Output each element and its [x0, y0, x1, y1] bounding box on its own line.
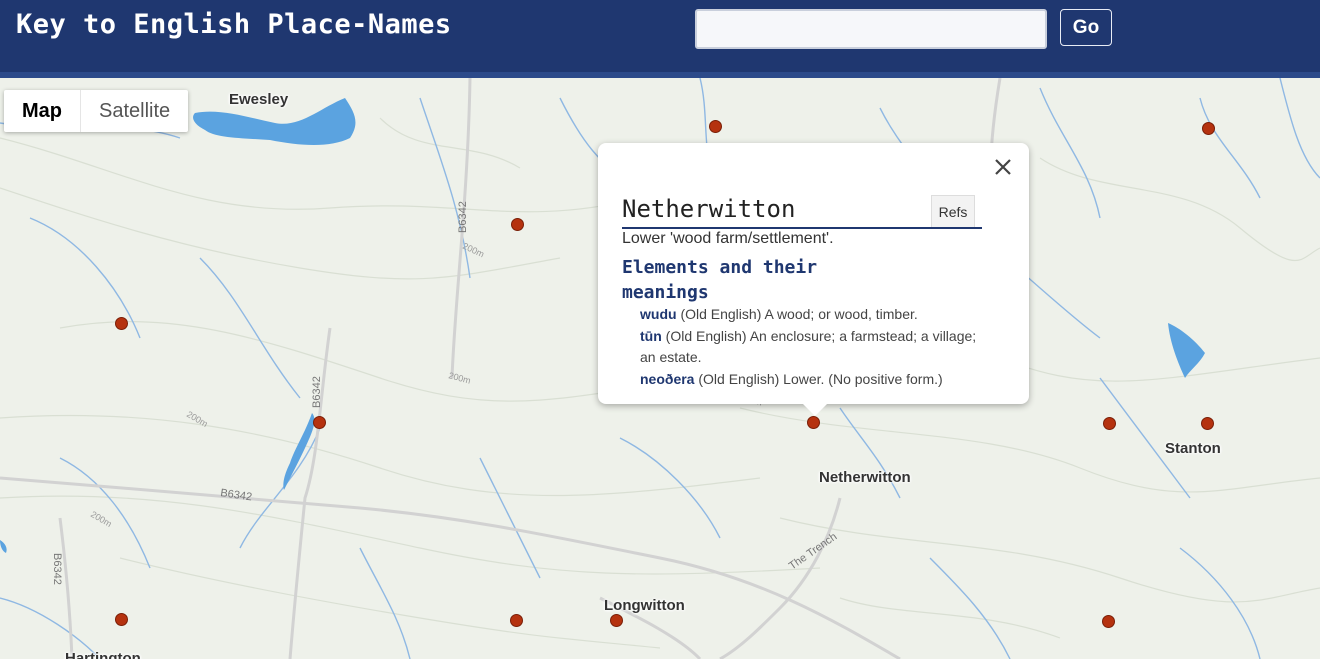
- road-label-b6342: B6342: [457, 201, 469, 233]
- search-input[interactable]: [695, 9, 1047, 49]
- place-marker[interactable]: [609, 613, 623, 627]
- contour-label: 200m: [185, 409, 209, 429]
- place-marker[interactable]: [114, 316, 128, 330]
- contour-label: 200m: [461, 241, 486, 260]
- place-marker[interactable]: [509, 613, 523, 627]
- place-meaning: Lower 'wood farm/settlement'.: [622, 230, 834, 247]
- info-window-title: Netherwitton: [622, 195, 796, 223]
- close-icon[interactable]: [991, 155, 1015, 179]
- road-label-b6342: B6342: [220, 487, 253, 503]
- road-label-the-trench: The Trench: [787, 531, 839, 573]
- header-bar: Key to English Place-Names Go: [0, 0, 1320, 72]
- element-definition: A wood; or wood, timber.: [764, 306, 918, 322]
- element-language: (Old English): [680, 306, 762, 322]
- place-marker[interactable]: [312, 415, 326, 429]
- title-divider: [622, 227, 982, 229]
- elements-heading: Elements and their meanings: [622, 257, 818, 303]
- app-title: Key to English Place-Names: [16, 9, 452, 40]
- place-marker[interactable]: [114, 612, 128, 626]
- refs-button[interactable]: Refs: [931, 195, 975, 228]
- place-marker[interactable]: [1201, 121, 1215, 135]
- info-window-pointer: [803, 404, 827, 416]
- place-marker[interactable]: [1200, 416, 1214, 430]
- place-marker[interactable]: [1102, 416, 1116, 430]
- contour-label: 200m: [89, 509, 113, 529]
- contour-label: 200m: [447, 370, 471, 385]
- element-word: neoðera: [640, 370, 695, 387]
- element-word: wudu: [640, 306, 677, 322]
- elements-list: wudu (Old English) A wood; or wood, timb…: [640, 304, 980, 390]
- element-definition: Lower. (No positive form.): [783, 370, 943, 387]
- element-language: (Old English): [698, 370, 780, 387]
- road-label-b6342: B6342: [311, 376, 323, 408]
- element-language: (Old English): [665, 327, 747, 344]
- info-window: Netherwitton Refs Lower 'wood farm/settl…: [598, 143, 1029, 404]
- place-marker-netherwitton[interactable]: [806, 415, 820, 429]
- place-marker[interactable]: [708, 119, 722, 133]
- map-canvas[interactable]: Map Satellite Ewesley Netherwitton Stant…: [0, 78, 1320, 659]
- element-row: wudu (Old English) A wood; or wood, timb…: [640, 304, 980, 326]
- place-marker[interactable]: [510, 217, 524, 231]
- element-word: tūn: [640, 327, 662, 344]
- place-marker[interactable]: [1101, 614, 1115, 628]
- go-button[interactable]: Go: [1060, 9, 1112, 46]
- road-label-b6342: B6342: [51, 553, 63, 585]
- element-row: tūn (Old English) An enclosure; a farmst…: [640, 326, 980, 369]
- element-row: neoðera (Old English) Lower. (No positiv…: [640, 369, 980, 391]
